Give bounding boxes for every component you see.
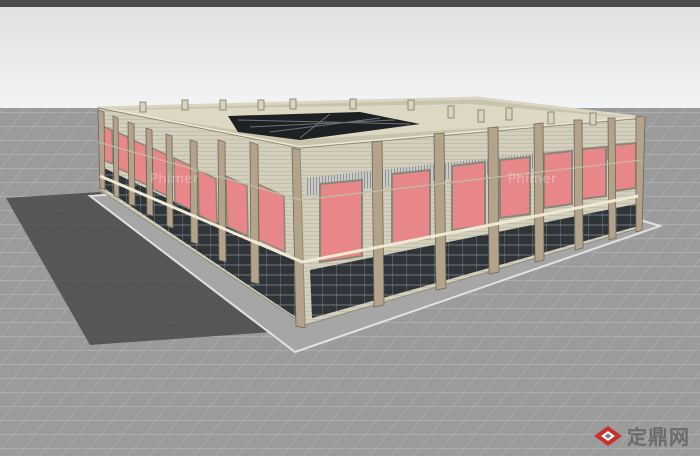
brand-text: 定鼎网 (627, 425, 690, 449)
building-model-scene (0, 7, 700, 456)
site-brand[interactable]: 定鼎网 (593, 421, 690, 450)
left-window-6 (197, 168, 218, 226)
left-window-3 (132, 138, 148, 187)
left-window-7 (225, 174, 249, 238)
diamond-logo-icon (594, 425, 622, 446)
watermark-left: Phimer (150, 172, 199, 187)
watermark-right: Phimer (508, 172, 557, 187)
viewport-3d[interactable]: Phimer Phimer 定鼎网 (0, 0, 700, 456)
